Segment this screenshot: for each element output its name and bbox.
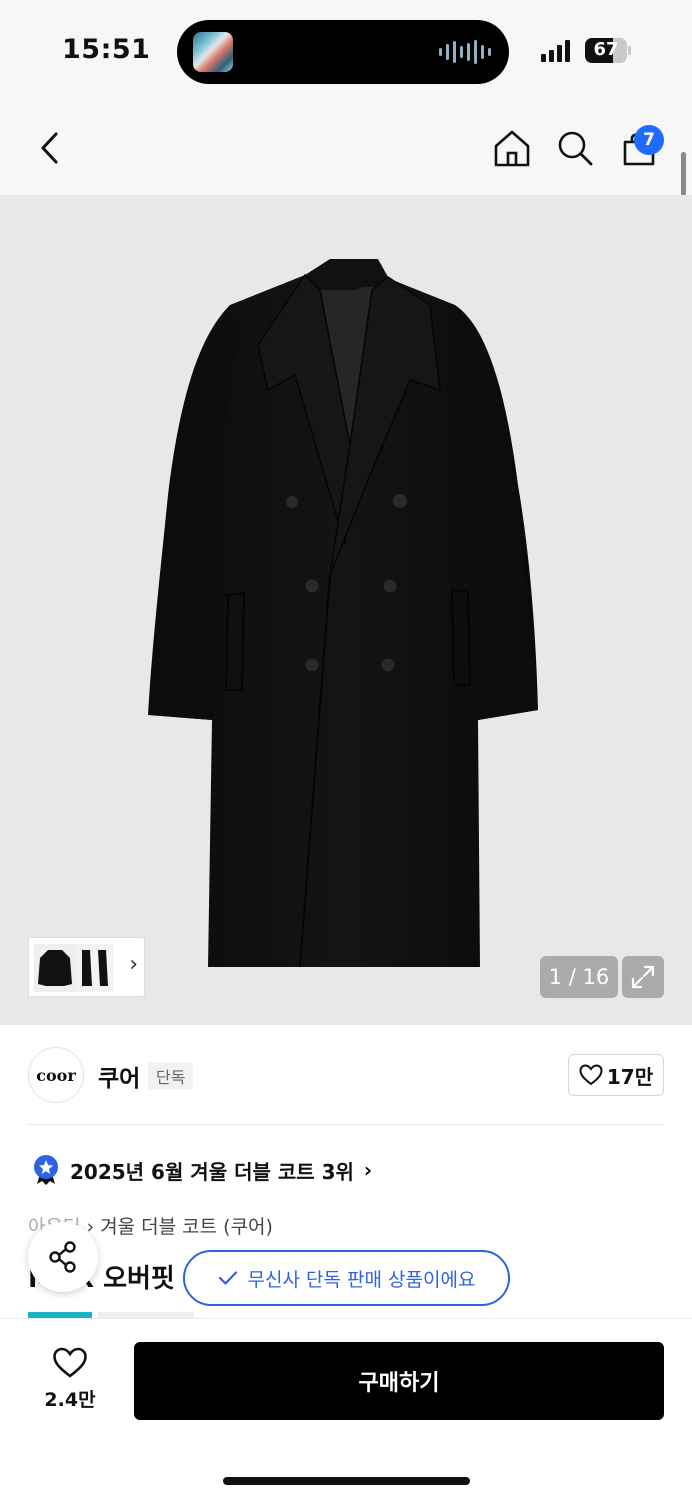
- ranking-badge-icon: [34, 1155, 58, 1185]
- battery-tip: [628, 46, 631, 55]
- wishlist-button[interactable]: 2.4만: [30, 1347, 110, 1412]
- bottom-purchase-bar: 2.4만 구매하기: [0, 1318, 692, 1500]
- exclusive-tag: 단독: [148, 1062, 194, 1090]
- home-icon: [494, 130, 530, 167]
- brand-like-count: 17만: [606, 1064, 654, 1089]
- now-playing-artwork: [193, 32, 233, 72]
- buy-button[interactable]: 구매하기: [134, 1342, 664, 1420]
- share-icon: [49, 1241, 76, 1273]
- breadcrumb-current[interactable]: 겨울 더블 코트 (쿠어): [100, 1216, 273, 1238]
- share-button[interactable]: [28, 1222, 98, 1292]
- image-counter: 1 / 16: [540, 956, 618, 998]
- cellular-signal-icon: [541, 40, 570, 62]
- status-bar: 15:51 67: [0, 0, 692, 100]
- battery-icon: 67: [585, 38, 627, 63]
- heart-outline-icon: [579, 1064, 603, 1086]
- brand-like-button[interactable]: 17만: [568, 1054, 664, 1096]
- home-indicator[interactable]: [223, 1477, 470, 1485]
- search-icon: [558, 131, 593, 166]
- brand-logo[interactable]: coor: [28, 1047, 84, 1103]
- heart-outline-icon: [53, 1347, 87, 1378]
- checkmark-icon: [218, 1271, 237, 1285]
- back-button[interactable]: [26, 124, 74, 172]
- top-nav-bar: [0, 100, 692, 195]
- status-time: 15:51: [62, 34, 151, 65]
- thumbnail-strip[interactable]: ›: [28, 937, 145, 997]
- back-chevron-icon: [41, 132, 58, 164]
- divider: [28, 1124, 664, 1125]
- battery-level: 67: [593, 39, 619, 60]
- ranking-text: 2025년 6월 겨울 더블 코트 3위: [70, 1159, 354, 1184]
- exclusive-notice-toast: 무신사 단독 판매 상품이에요: [183, 1250, 510, 1306]
- ranking-link[interactable]: 2025년 6월 겨울 더블 코트 3위 ›: [32, 1154, 372, 1186]
- wishlist-count: 2.4만: [44, 1389, 96, 1411]
- thumbnail-next-chevron[interactable]: ›: [129, 952, 138, 977]
- search-button[interactable]: [551, 124, 599, 172]
- expand-button[interactable]: [622, 956, 664, 998]
- exclusive-notice-text: 무신사 단독 판매 상품이에요: [247, 1268, 476, 1291]
- product-photo-coat: [148, 259, 538, 968]
- dynamic-island[interactable]: [177, 20, 509, 84]
- home-button[interactable]: [488, 124, 536, 172]
- audio-waveform-icon: [439, 40, 491, 64]
- thumbnail-2[interactable]: [76, 944, 114, 992]
- expand-icon: [631, 965, 655, 989]
- product-image-gallery[interactable]: › 1 / 16: [0, 195, 692, 1025]
- ranking-chevron: ›: [363, 1158, 373, 1182]
- brand-name[interactable]: 쿠어: [98, 1059, 140, 1093]
- thumbnail-1[interactable]: [34, 944, 76, 992]
- cart-count-badge: 7: [634, 125, 664, 155]
